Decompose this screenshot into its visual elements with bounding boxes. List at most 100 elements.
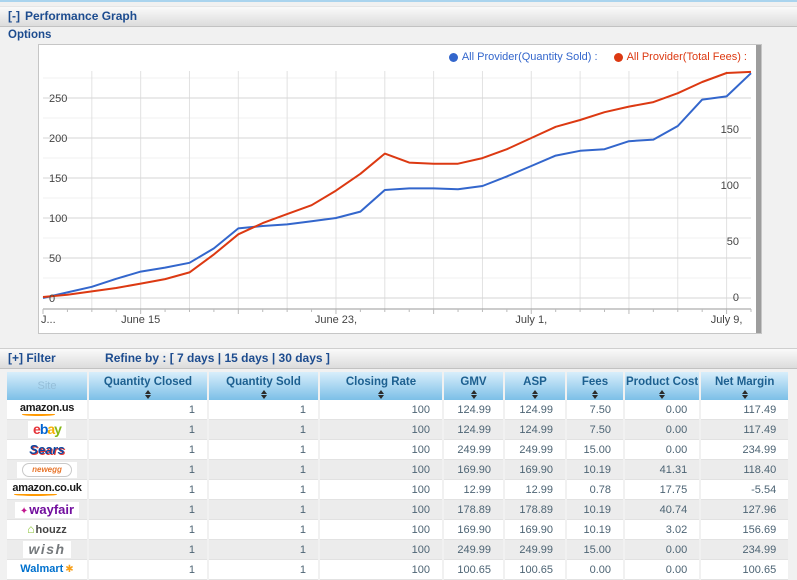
sites-table: Site Quantity Closed Quantity Sold Closing … (5, 372, 790, 580)
performance-graph-header[interactable]: [-] Performance Graph (0, 6, 797, 27)
cell-quantity-closed: 1 (89, 560, 207, 580)
amazon-smile-icon (21, 413, 56, 416)
cell-gmv: 169.90 (444, 520, 503, 540)
sort-icon[interactable] (626, 390, 698, 399)
sort-icon[interactable] (445, 390, 502, 399)
refine-link-15-days[interactable]: 15 days (224, 351, 268, 365)
cell-net-margin: 234.99 (701, 540, 789, 560)
houzz-house-icon: ⌂ (27, 522, 35, 536)
column-label: Product Cost (626, 376, 699, 388)
site-cell: ✦wayfair (7, 500, 87, 520)
cell-net-margin: 100.65 (701, 560, 789, 580)
table-row-houzz: ⌂houzz 1 1 100 169.90 169.90 10.19 3.02 156.69 (7, 520, 789, 540)
sort-icon[interactable] (90, 390, 206, 399)
legend-dot-icon (613, 52, 623, 62)
svg-text:150: 150 (49, 173, 67, 185)
cell-net-margin: 234.99 (701, 440, 789, 460)
svg-text:200: 200 (49, 133, 67, 145)
cell-closing-rate: 100 (320, 520, 442, 540)
column-header-gmv[interactable]: GMV (444, 372, 503, 400)
cell-fees: 10.19 (567, 520, 623, 540)
column-header-quantity-sold[interactable]: Quantity Sold (209, 372, 318, 400)
cell-fees: 0.78 (567, 480, 623, 500)
collapse-toggle-icon[interactable]: [-] (8, 9, 20, 23)
ebay-logo: ebay (28, 421, 66, 438)
cell-asp: 249.99 (505, 540, 565, 560)
cell-quantity-sold: 1 (209, 480, 318, 500)
column-label: Quantity Sold (226, 376, 301, 388)
svg-text:50: 50 (49, 253, 61, 265)
cell-gmv: 249.99 (444, 540, 503, 560)
site-cell: wish (7, 540, 87, 560)
column-header-quantity-closed[interactable]: Quantity Closed (89, 372, 207, 400)
cell-fees: 7.50 (567, 420, 623, 440)
cell-asp: 169.90 (505, 460, 565, 480)
cell-closing-rate: 100 (320, 560, 442, 580)
table-row-wayfair: ✦wayfair 1 1 100 178.89 178.89 10.19 40.74 127.9… (7, 500, 789, 520)
newegg-logo: newegg (17, 461, 77, 478)
cell-product-cost: 40.74 (625, 500, 700, 520)
sort-icon[interactable] (506, 390, 564, 399)
performance-chart: 0 50 100 150 200 250 0 50 100 150 J... June 15 June … (41, 70, 752, 326)
site-cell: Walmart ✱ (7, 560, 87, 580)
svg-text:J...: J... (41, 314, 56, 326)
column-header-net-margin[interactable]: Net Margin (701, 372, 789, 400)
cell-product-cost: 41.31 (625, 460, 700, 480)
site-cell: Sears (7, 440, 87, 460)
filter-label: Filter (26, 351, 56, 365)
cell-gmv: 169.90 (444, 460, 503, 480)
site-cell: newegg (7, 460, 87, 480)
cell-quantity-closed: 1 (89, 440, 207, 460)
houzz-logo: ⌂houzz (22, 522, 72, 537)
cell-gmv: 249.99 (444, 440, 503, 460)
svg-text:100: 100 (49, 213, 67, 225)
cell-net-margin: 117.49 (701, 420, 789, 440)
cell-asp: 100.65 (505, 560, 565, 580)
cell-closing-rate: 100 (320, 460, 442, 480)
svg-text:0: 0 (733, 292, 739, 304)
site-cell: amazon.co.uk (7, 480, 87, 500)
cell-quantity-closed: 1 (89, 520, 207, 540)
table-row-wish: wish 1 1 100 249.99 249.99 15.00 0.00 234.99 (7, 540, 789, 560)
site-cell: ebay (7, 420, 87, 440)
sort-icon[interactable] (702, 390, 787, 399)
legend-dot-icon (448, 52, 458, 62)
sort-icon[interactable] (210, 390, 317, 399)
cell-gmv: 12.99 (444, 480, 503, 500)
refine-link-7-days[interactable]: 7 days (177, 351, 214, 365)
cell-asp: 249.99 (505, 440, 565, 460)
site-cell: amazon.us (7, 400, 87, 420)
column-header-closing-rate[interactable]: Closing Rate (320, 372, 442, 400)
cell-closing-rate: 100 (320, 440, 442, 460)
cell-quantity-sold: 1 (209, 540, 318, 560)
options-link[interactable]: Options (8, 29, 51, 41)
column-label: Net Margin (714, 376, 775, 388)
amazon-smile-icon (14, 493, 58, 496)
svg-text:0: 0 (49, 293, 55, 305)
cell-asp: 12.99 (505, 480, 565, 500)
cell-quantity-sold: 1 (209, 400, 318, 420)
refine-by: Refine by : [ 7 days | 15 days | 30 days… (105, 351, 330, 365)
sort-icon[interactable] (321, 390, 441, 399)
sort-icon[interactable] (568, 390, 622, 399)
filter-bar: [+] Filter Refine by : [ 7 days | 15 day… (0, 348, 797, 369)
page-title: Performance Graph (25, 9, 138, 23)
svg-text:June 15: June 15 (121, 314, 160, 326)
cell-fees: 7.50 (567, 400, 623, 420)
column-label: GMV (460, 376, 487, 388)
svg-text:50: 50 (727, 236, 739, 248)
cell-net-margin: 118.40 (701, 460, 789, 480)
refine-separator: | (268, 351, 279, 365)
column-label: Closing Rate (345, 376, 417, 388)
cell-net-margin: 127.96 (701, 500, 789, 520)
filter-toggle[interactable]: [+] Filter (8, 351, 56, 365)
expand-toggle-icon[interactable]: [+] (8, 351, 23, 365)
refine-separator: | (214, 351, 225, 365)
cell-closing-rate: 100 (320, 500, 442, 520)
refine-link-30-days[interactable]: 30 days (279, 351, 323, 365)
column-header-product-cost[interactable]: Product Cost (625, 372, 700, 400)
chart-scrollbar[interactable] (756, 45, 761, 333)
legend-item-1: All Provider(Total Fees) : (613, 51, 747, 63)
column-header-fees[interactable]: Fees (567, 372, 623, 400)
column-header-asp[interactable]: ASP (505, 372, 565, 400)
